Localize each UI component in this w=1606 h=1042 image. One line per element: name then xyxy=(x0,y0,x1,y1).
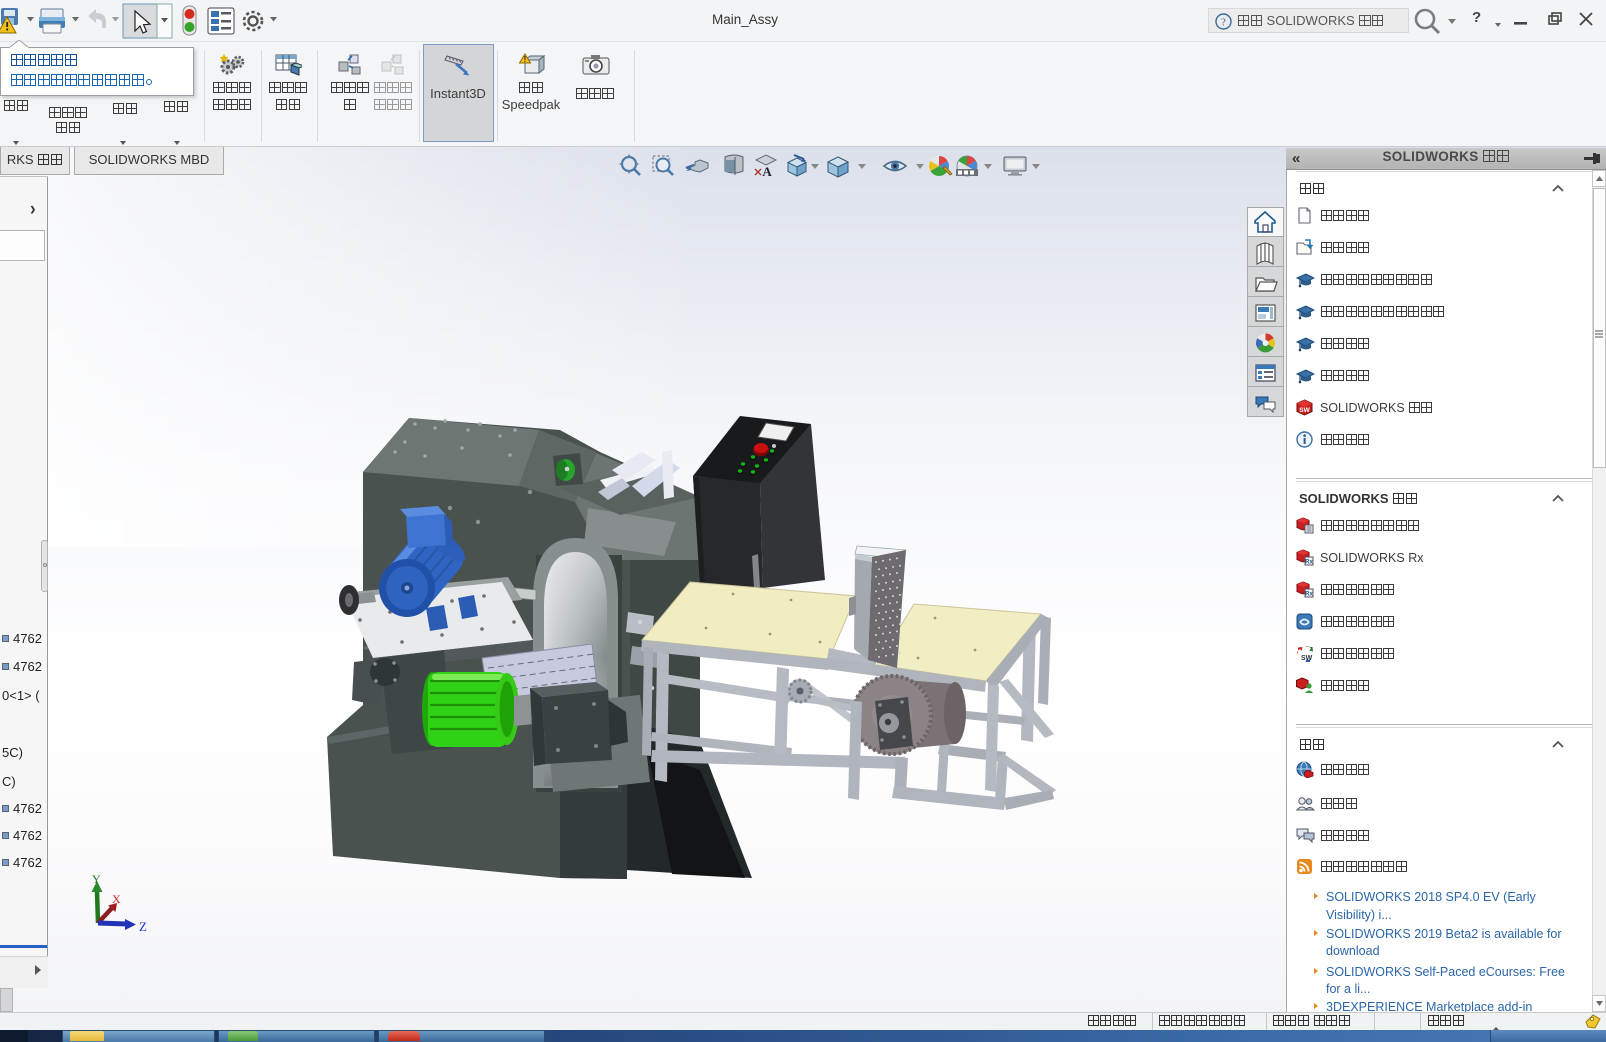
svg-text:SW: SW xyxy=(1299,407,1310,414)
svg-text:SW: SW xyxy=(1301,655,1313,662)
svg-text:A: A xyxy=(762,164,772,179)
svg-text:Rx: Rx xyxy=(1305,592,1313,598)
svg-text:Rx: Rx xyxy=(1305,560,1313,566)
